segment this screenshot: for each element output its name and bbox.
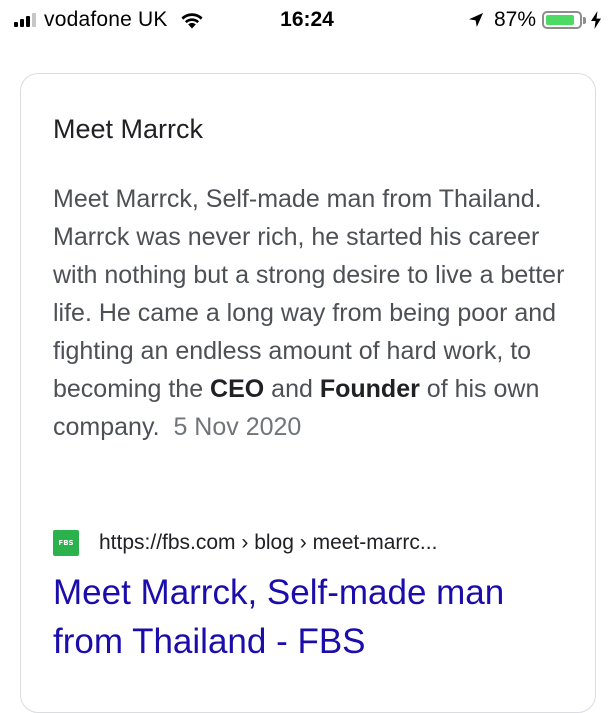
card-title: Meet Marrck xyxy=(53,114,204,144)
location-arrow-icon xyxy=(468,13,483,27)
snippet-bold-founder: Founder xyxy=(319,375,420,403)
status-right: 87% xyxy=(468,8,602,32)
battery-fill xyxy=(546,15,574,25)
snippet-text: Meet Marrck, Self-made man from Thailand… xyxy=(53,185,565,403)
battery-icon xyxy=(542,11,582,29)
status-bar: vodafone UK 16:24 87% xyxy=(0,0,614,40)
favicon-label: FBS xyxy=(58,539,74,547)
battery-tip xyxy=(583,16,586,24)
result-snippet: Meet Marrck, Self-made man from Thailand… xyxy=(53,180,573,446)
fbs-favicon-icon: FBS xyxy=(53,530,79,556)
snippet-bold-ceo: CEO xyxy=(210,375,265,403)
snippet-date: 5 Nov 2020 xyxy=(173,413,302,441)
search-result-card: Meet Marrck Meet Marrck, Self-made man f… xyxy=(20,73,596,713)
charging-bolt-icon xyxy=(591,11,601,29)
result-title-link[interactable]: Meet Marrck, Self-made man from Thailand… xyxy=(53,568,583,666)
snippet-text: and xyxy=(264,375,320,403)
source-url[interactable]: https://fbs.com › blog › meet-marrc... xyxy=(99,531,437,555)
battery-percentage: 87% xyxy=(493,8,536,31)
source-row[interactable]: FBS https://fbs.com › blog › meet-marrc.… xyxy=(53,530,437,556)
